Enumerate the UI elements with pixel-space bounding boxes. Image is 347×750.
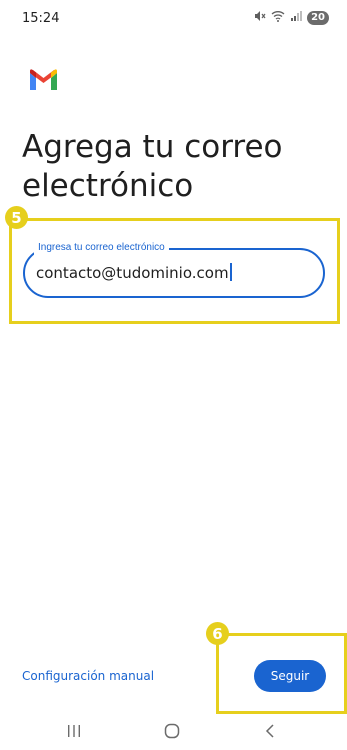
page-title: Agrega tu correo electrónico [22, 129, 283, 204]
status-time: 15:24 [22, 11, 60, 26]
battery-badge: 20 [307, 11, 329, 25]
status-icons: 20 [254, 10, 329, 26]
manual-config-link[interactable]: Configuración manual [22, 669, 154, 683]
recents-icon[interactable] [59, 720, 89, 742]
status-bar: 15:24 20 [0, 0, 347, 36]
nav-bar [0, 712, 347, 750]
home-icon[interactable] [157, 720, 187, 742]
mute-icon [254, 9, 266, 27]
step-badge-5: 5 [5, 206, 28, 229]
signal-icon [290, 9, 303, 27]
text-caret [229, 263, 232, 281]
email-field-value: contacto@tudominio.com [36, 264, 229, 282]
gmail-logo [28, 68, 59, 92]
email-field[interactable]: Ingresa tu correo electrónico contacto@t… [23, 241, 325, 298]
wifi-icon [271, 9, 285, 27]
back-icon[interactable] [255, 720, 285, 742]
next-button[interactable]: Seguir [254, 660, 326, 692]
step-badge-6: 6 [206, 622, 229, 645]
email-field-label: Ingresa tu correo electrónico [34, 241, 169, 255]
